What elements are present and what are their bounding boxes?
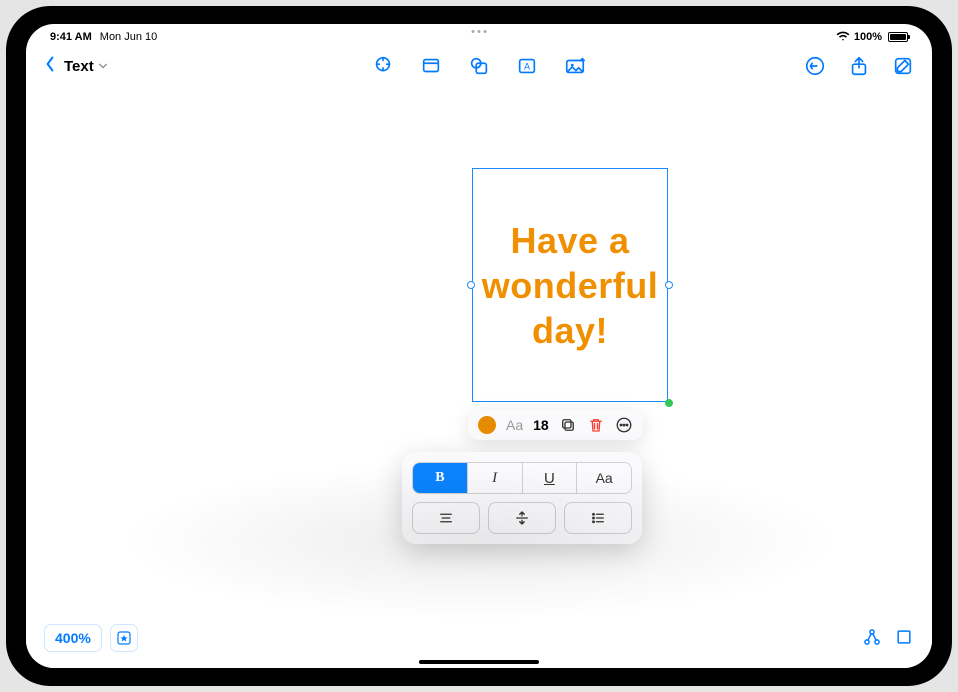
battery-percent: 100% [854,31,882,43]
resize-handle-right[interactable] [665,281,673,289]
text-box-selection[interactable]: Have a wonderful day! [472,168,668,402]
more-icon[interactable] [615,416,633,434]
text-context-toolbar: Aa 18 [468,410,643,440]
app-toolbar: Text A [26,46,932,86]
multitask-dots-icon[interactable] [472,30,487,33]
sticky-note-tool-icon[interactable] [420,55,442,77]
wifi-icon [836,30,850,45]
tool-mode-selector[interactable]: Text [64,58,108,75]
tool-mode-label: Text [64,58,94,75]
resize-handle-bottom-right[interactable] [665,399,673,407]
status-right: 100% [836,30,908,45]
text-case-button[interactable]: Aa [577,463,631,493]
resize-handle-left[interactable] [467,281,475,289]
status-bar: 9:41 AM Mon Jun 10 100% [26,24,932,46]
svg-text:A: A [524,62,531,72]
selection-box-icon[interactable] [894,627,914,652]
align-button[interactable] [412,502,480,534]
status-time: 9:41 AM [50,31,92,43]
status-date: Mon Jun 10 [100,31,157,43]
status-left: 9:41 AM Mon Jun 10 [50,31,157,43]
italic-button[interactable]: I [468,463,523,493]
ipad-screen: 9:41 AM Mon Jun 10 100% Text [26,24,932,668]
undo-button[interactable] [804,55,826,77]
text-tool-icon[interactable]: A [516,55,538,77]
vertical-align-button[interactable] [488,502,556,534]
media-tool-icon[interactable] [564,55,586,77]
text-style-segmented: B I U Aa [412,462,632,494]
zoom-level[interactable]: 400% [44,624,102,652]
bold-button[interactable]: B [413,463,468,493]
font-picker[interactable]: Aa [506,417,523,433]
text-format-panel: B I U Aa [402,452,642,544]
share-button[interactable] [848,55,870,77]
underline-button[interactable]: U [523,463,578,493]
font-size-value[interactable]: 18 [533,417,549,433]
pen-tool-icon[interactable] [372,55,394,77]
ipad-device-frame: 9:41 AM Mon Jun 10 100% Text [6,6,952,686]
text-box-content[interactable]: Have a wonderful day! [481,218,659,353]
text-color-swatch[interactable] [478,416,496,434]
freeform-canvas[interactable]: Have a wonderful day! Aa 18 [26,86,932,668]
connectors-icon[interactable] [862,627,882,652]
shape-tool-icon[interactable] [468,55,490,77]
home-indicator[interactable] [419,660,539,664]
compose-button[interactable] [892,55,914,77]
back-button[interactable] [44,56,56,77]
text-box[interactable]: Have a wonderful day! [472,168,668,402]
chevron-down-icon [98,62,108,70]
duplicate-icon[interactable] [559,416,577,434]
list-button[interactable] [564,502,632,534]
favorites-button[interactable] [110,624,138,652]
battery-icon [888,32,908,42]
delete-icon[interactable] [587,416,605,434]
